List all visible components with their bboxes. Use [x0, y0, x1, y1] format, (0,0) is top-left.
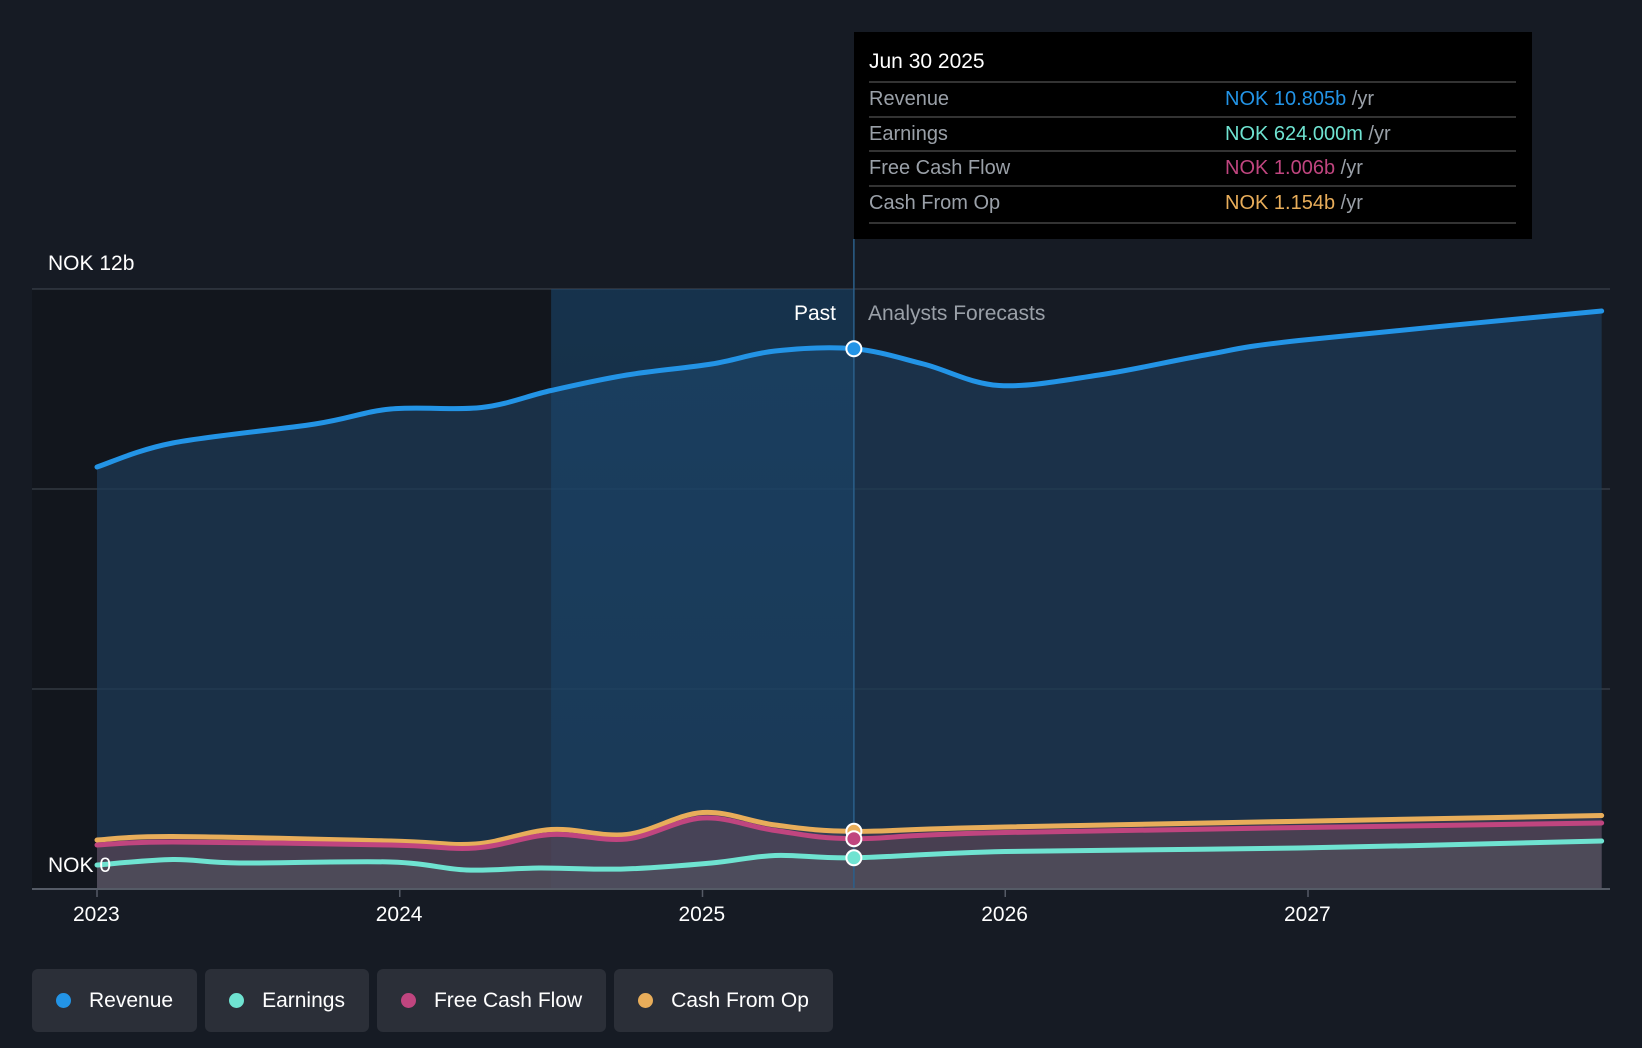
tooltip-row-label: Cash From Op — [869, 191, 1001, 214]
tooltip-row-value: NOK 1.006b /yr — [1225, 157, 1363, 180]
tooltip-row-label: Free Cash Flow — [869, 157, 1011, 179]
marker-earnings — [845, 849, 863, 867]
legend-dot-icon — [56, 993, 71, 1008]
legend-label: Free Cash Flow — [433, 988, 583, 1012]
x-tick-label: 2024 — [375, 903, 423, 926]
past-label: Past — [793, 302, 836, 325]
tooltip-row-value: NOK 1.154b /yr — [1225, 192, 1363, 215]
tooltip-unit: /yr — [1351, 88, 1374, 110]
tooltip-row-label: Earnings — [869, 122, 948, 145]
tooltip-unit: /yr — [1340, 157, 1363, 179]
tooltip: Jun 30 2025 Revenue NOK 10.805b /yr Earnin… — [854, 32, 1532, 239]
tooltip-value: NOK 10.805b — [1225, 88, 1347, 110]
tooltip-row-value: NOK 624.000m /yr — [1225, 123, 1391, 146]
legend: Revenue Earnings Free Cash Flow Cash From O… — [32, 969, 833, 1032]
legend-dot-icon — [229, 993, 245, 1008]
tooltip-row: Earnings NOK 624.000m /yr — [869, 115, 1516, 152]
tooltip-row-label: Revenue — [869, 88, 950, 110]
x-tick-label: 2026 — [981, 903, 1028, 926]
tooltip-date: Jun 30 2025 — [869, 50, 985, 73]
legend-dot-icon — [400, 993, 416, 1008]
tooltip-unit: /yr — [1340, 191, 1363, 214]
legend-label: Cash From Op — [671, 988, 809, 1012]
marker-revenue — [845, 340, 863, 358]
x-tick-label: 2027 — [1284, 903, 1331, 926]
tooltip-row: Free Cash Flow NOK 1.006b /yr — [869, 150, 1516, 186]
marker-free-cash-flow — [845, 830, 863, 848]
legend-label: Revenue — [89, 988, 174, 1012]
legend-item-earnings[interactable]: Earnings — [205, 969, 369, 1032]
legend-dot-icon — [638, 993, 654, 1008]
tooltip-value: NOK 1.154b — [1225, 191, 1336, 214]
legend-label: Earnings — [262, 988, 345, 1012]
x-tick-label: 2023 — [73, 903, 120, 926]
y-axis-label-bottom: NOK 0 — [48, 854, 112, 877]
tooltip-row: Cash From Op NOK 1.154b /yr — [869, 184, 1516, 221]
x-tick-label: 2025 — [678, 903, 726, 926]
tooltip-unit: /yr — [1368, 122, 1391, 145]
legend-item-cash-from-op[interactable]: Cash From Op — [614, 969, 833, 1032]
y-axis-label-top: NOK 12b — [48, 252, 135, 275]
tooltip-row: Revenue NOK 10.805b /yr — [869, 81, 1516, 117]
tooltip-value: NOK 1.006b — [1225, 157, 1336, 179]
legend-item-free-cash-flow[interactable]: Free Cash Flow — [376, 969, 607, 1032]
tooltip-row-value: NOK 10.805b /yr — [1225, 88, 1374, 111]
forecast-label: Analysts Forecasts — [868, 302, 1046, 325]
legend-item-revenue[interactable]: Revenue — [32, 969, 198, 1032]
tooltip-value: NOK 624.000m — [1225, 122, 1363, 145]
